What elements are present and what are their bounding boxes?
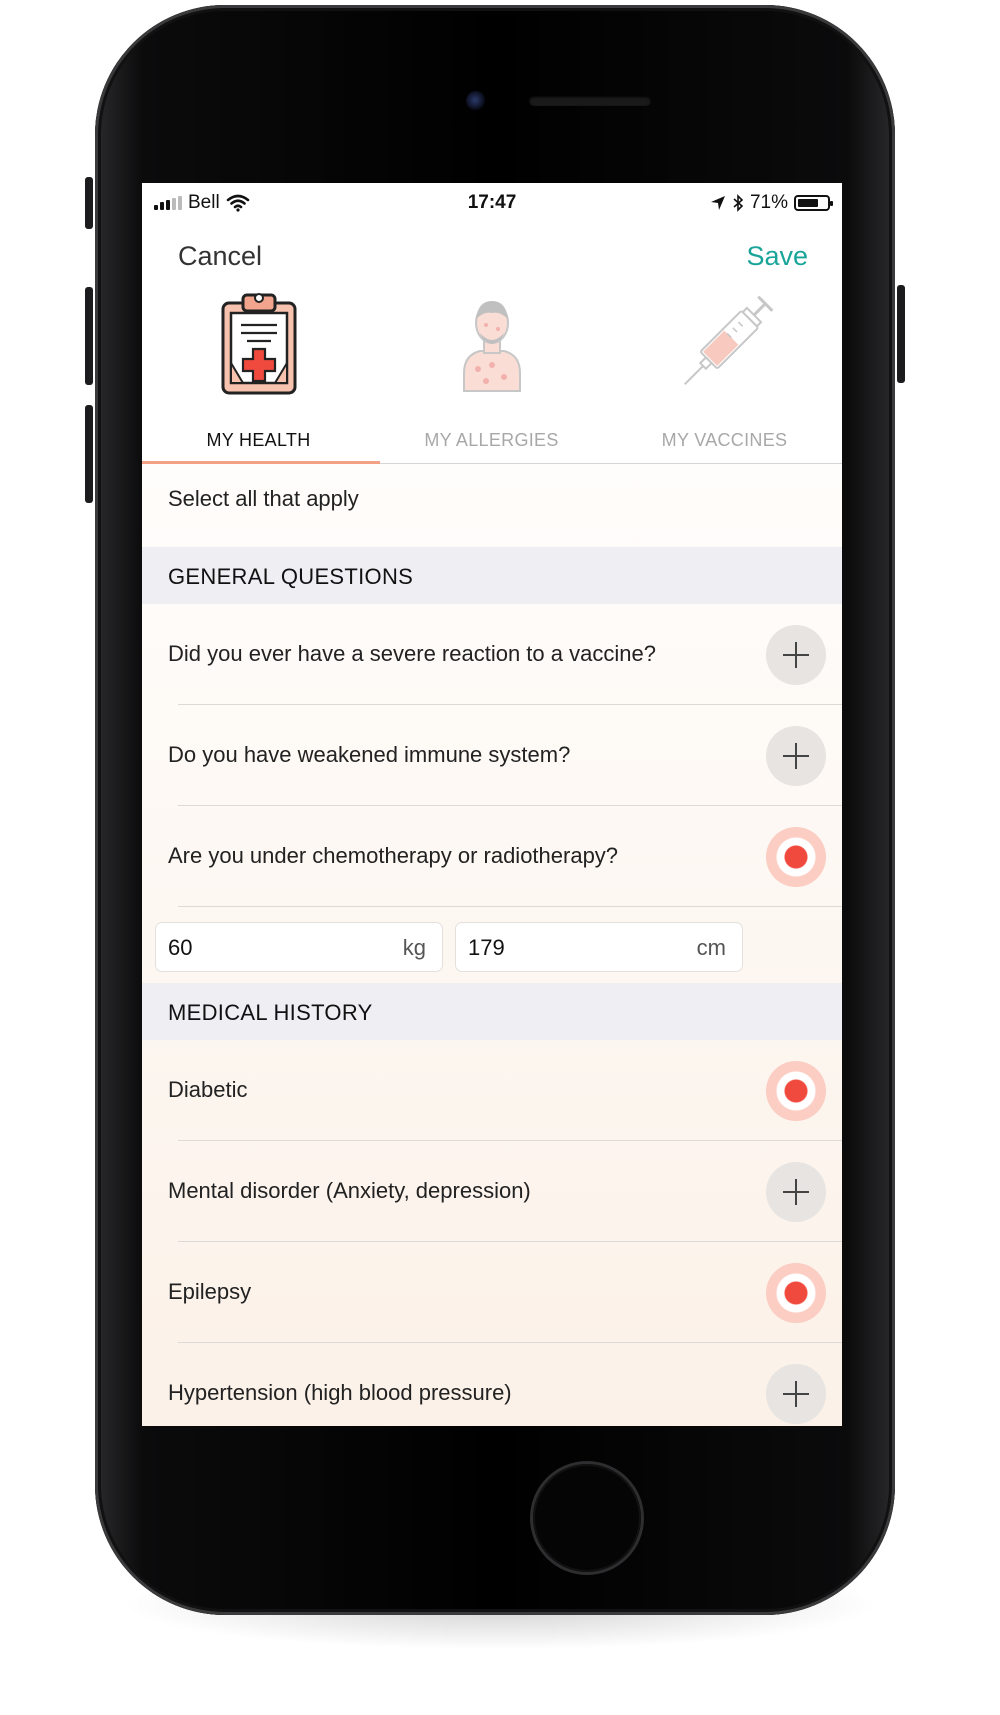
history-row[interactable]: Diabetic xyxy=(142,1040,842,1141)
section-header-general: GENERAL QUESTIONS xyxy=(142,547,842,604)
power-button xyxy=(897,285,905,383)
row-divider xyxy=(178,906,842,907)
tab-label: MY VACCINES xyxy=(661,430,788,450)
height-field[interactable]: 179 cm xyxy=(455,922,743,972)
tab-my-health[interactable]: MY HEALTH xyxy=(142,283,375,463)
instruction-text: Select all that apply xyxy=(168,486,359,511)
home-button[interactable] xyxy=(533,1464,641,1572)
section-title: MEDICAL HISTORY xyxy=(168,1000,373,1025)
height-value: 179 xyxy=(468,935,505,960)
weight-field[interactable]: 60 kg xyxy=(155,922,443,972)
tab-my-vaccines[interactable]: MY VACCINES xyxy=(608,283,841,463)
measurement-row: 60 kg 179 cm xyxy=(142,910,842,986)
section-title: GENERAL QUESTIONS xyxy=(168,564,414,589)
nav-bar: Cancel Save xyxy=(142,223,842,283)
earpiece-speaker xyxy=(529,96,651,106)
tab-my-allergies[interactable]: MY ALLERGIES xyxy=(375,283,608,463)
question-row[interactable]: Do you have weakened immune system? xyxy=(142,705,842,806)
add-toggle-button[interactable] xyxy=(766,1364,826,1424)
question-row[interactable]: Are you under chemotherapy or radiothera… xyxy=(142,806,842,907)
question-label: Are you under chemotherapy or radiothera… xyxy=(168,843,619,868)
clipboard-medical-icon xyxy=(221,293,296,395)
weight-value: 60 xyxy=(168,935,193,960)
save-button[interactable]: Save xyxy=(746,241,808,272)
status-bar: Bell 17:47 71% xyxy=(142,183,842,223)
add-toggle-button[interactable] xyxy=(766,625,826,685)
form-content: Select all that apply GENERAL QUESTIONS … xyxy=(142,464,842,1426)
condition-label: Hypertension (high blood pressure) xyxy=(168,1380,512,1405)
cancel-button[interactable]: Cancel xyxy=(178,241,262,272)
history-row[interactable]: Mental disorder (Anxiety, depression) xyxy=(142,1141,842,1242)
tab-label: MY ALLERGIES xyxy=(424,430,559,450)
allergy-person-icon xyxy=(462,301,521,392)
add-toggle-button[interactable] xyxy=(766,1162,826,1222)
condition-label: Mental disorder (Anxiety, depression) xyxy=(168,1178,531,1203)
section-header-history: MEDICAL HISTORY xyxy=(142,983,842,1040)
battery-percent: 71% xyxy=(749,192,788,213)
tab-bar: MY HEALTH MY ALLERGIES MY VACCINES xyxy=(142,283,842,464)
history-row[interactable]: Epilepsy xyxy=(142,1242,842,1343)
app-screen: Bell 17:47 71% Cancel Save MY HEALTH MY … xyxy=(142,183,842,1426)
weight-unit: kg xyxy=(402,935,426,960)
selected-toggle-button[interactable] xyxy=(766,1263,826,1323)
battery-icon xyxy=(794,195,833,211)
selected-toggle-button[interactable] xyxy=(766,1061,826,1121)
history-row[interactable]: Hypertension (high blood pressure) xyxy=(142,1343,842,1426)
height-unit: cm xyxy=(696,935,726,960)
volume-down-button xyxy=(85,405,93,503)
volume-up-button xyxy=(85,287,93,385)
location-arrow-icon xyxy=(710,196,725,210)
tab-label: MY HEALTH xyxy=(206,430,311,450)
question-label: Did you ever have a severe reaction to a… xyxy=(168,641,656,666)
question-label: Do you have weakened immune system? xyxy=(168,742,571,767)
selected-toggle-button[interactable] xyxy=(766,827,826,887)
front-camera xyxy=(466,91,486,111)
mute-switch xyxy=(85,177,93,229)
bluetooth-icon xyxy=(733,194,744,212)
syringe-icon xyxy=(683,295,773,386)
add-toggle-button[interactable] xyxy=(766,726,826,786)
condition-label: Diabetic xyxy=(168,1077,248,1102)
question-row[interactable]: Did you ever have a severe reaction to a… xyxy=(142,604,842,705)
condition-label: Epilepsy xyxy=(168,1279,252,1304)
